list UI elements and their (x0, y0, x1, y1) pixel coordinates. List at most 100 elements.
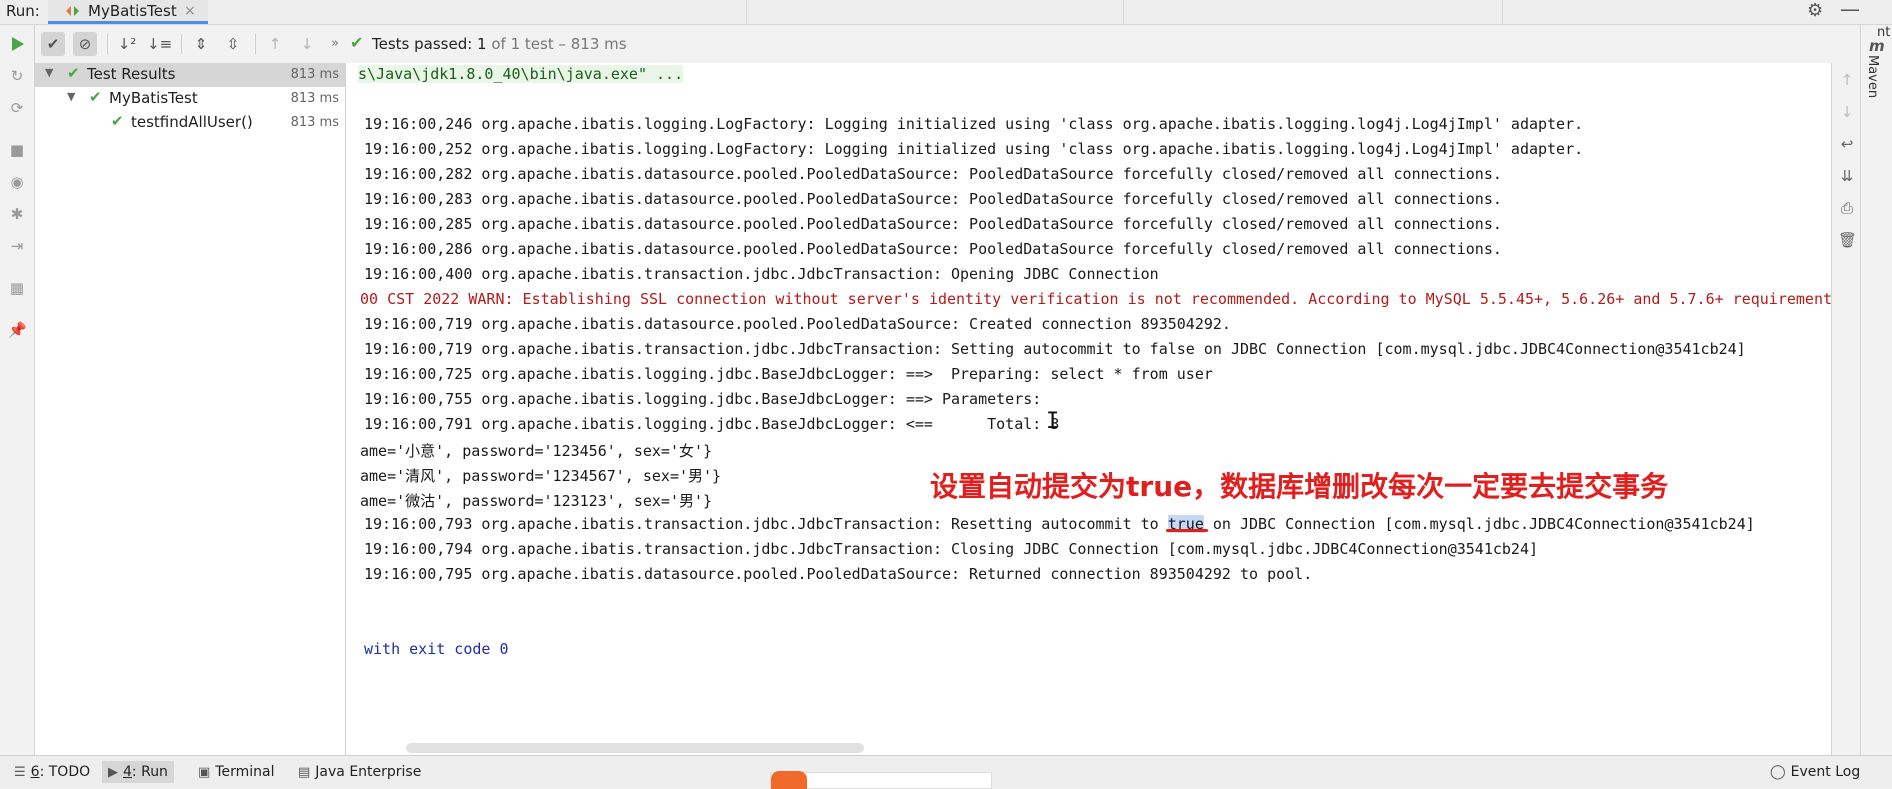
right-tool-window-strip: nt m Maven (1860, 25, 1892, 755)
console-line: 19:16:00,246 org.apache.ibatis.logging.L… (364, 115, 1584, 133)
tree-item-test-results[interactable]: ▼ ✔ Test Results 813 ms (35, 63, 345, 87)
show-passed-icon[interactable]: ✔ (41, 32, 65, 56)
chevron-down-icon[interactable]: ▼ (67, 90, 75, 103)
console-user-row: ame='清风', password='1234567', sex='男'} (360, 467, 722, 485)
console-line: 19:16:00,719 org.apache.ibatis.datasourc… (364, 315, 1231, 333)
show-ignored-icon[interactable]: ⊘ (73, 32, 97, 56)
tree-item-label: MyBatisTest (109, 89, 198, 107)
maven-tab-label[interactable]: Maven (1865, 55, 1880, 98)
expand-all-icon[interactable]: ⇕ (189, 32, 213, 56)
passed-check-icon: ✔ (67, 64, 80, 82)
tab-active-indicator (48, 21, 208, 24)
chevron-down-icon[interactable]: ▼ (45, 66, 53, 79)
tree-item-testfindalluser[interactable]: ✔ testfindAllUser() 813 ms (35, 111, 345, 135)
up-arrow-icon[interactable]: ↑ (1838, 71, 1856, 89)
trash-icon[interactable]: 🗑 (1838, 231, 1857, 249)
run-tab-title: MyBatisTest (88, 2, 177, 20)
stop-icon[interactable]: ■ (8, 141, 26, 159)
passed-check-icon: ✔ (89, 88, 102, 106)
terminal-icon: ▣ (198, 765, 211, 780)
test-toolbar: ✔ ⊘ ↓² ↓≡ ⇕ ⇳ ↑ ↓ » ✔ Tests passed: 1 of… (35, 25, 1835, 63)
text-cursor-icon: I (1046, 409, 1060, 434)
scroll-to-end-icon[interactable]: ⇊ (1838, 167, 1856, 185)
minimize-icon[interactable]: — (1840, 0, 1860, 21)
annotation-text: 设置自动提交为true，数据库增删改每次一定要去提交事务 (930, 470, 1669, 503)
list-icon: ☰ (14, 765, 26, 780)
test-status-text: Tests passed: 1 of 1 test – 813 ms (372, 35, 627, 53)
rerun-icon[interactable] (8, 35, 26, 53)
debug-icon[interactable]: ✱ (8, 205, 26, 223)
passed-check-icon: ✔ (350, 33, 364, 52)
console-user-row: ame='小意', password='123456', sex='女'} (360, 442, 713, 460)
run-panel-label: Run: (6, 2, 40, 20)
console-line-reset-autocommit: 19:16:00,793 org.apache.ibatis.transacti… (364, 515, 1755, 533)
console-exit-line: with exit code 0 (364, 640, 509, 658)
tab-todo[interactable]: ☰ 6: TODO (8, 761, 96, 783)
console-line: 19:16:00,719 org.apache.ibatis.transacti… (364, 340, 1746, 358)
play-icon: ▶ (108, 765, 118, 780)
run-tab-strip: Run: MyBatisTest × ⚙ — (0, 0, 1892, 25)
divider (255, 34, 256, 54)
tree-item-time: 813 ms (290, 115, 339, 130)
run-left-toolbar: ↻ ⟳ ■ ◉ ✱ ⇥ ▦ 📌 (0, 25, 35, 755)
more-icon[interactable]: » (323, 32, 347, 56)
rerun-failed-icon[interactable]: ↻ (8, 67, 26, 85)
divider (1123, 0, 1124, 24)
divider (107, 34, 108, 54)
collapse-all-icon[interactable]: ⇳ (221, 32, 245, 56)
console-line: 19:16:00,794 org.apache.ibatis.transacti… (364, 540, 1538, 558)
camera-icon[interactable]: ◉ (8, 173, 26, 191)
next-icon[interactable]: ↓ (295, 32, 319, 56)
console-line: 19:16:00,755 org.apache.ibatis.logging.j… (364, 390, 1051, 408)
console-line: 19:16:00,286 org.apache.ibatis.datasourc… (364, 240, 1502, 258)
tab-terminal[interactable]: ▣ Terminal (192, 761, 280, 783)
horizontal-scrollbar[interactable] (406, 743, 864, 753)
divider (1502, 0, 1503, 24)
console-line: 19:16:00,285 org.apache.ibatis.datasourc… (364, 215, 1502, 233)
console-output[interactable]: s\Java\jdk1.8.0_40\bin\java.exe" ... 19:… (346, 63, 1831, 755)
sort-alphabetically-icon[interactable]: ↓² (115, 32, 139, 56)
tree-item-mybatistest[interactable]: ▼ ✔ MyBatisTest 813 ms (35, 87, 345, 111)
down-arrow-icon[interactable]: ↓ (1838, 103, 1856, 121)
console-line: 19:16:00,283 org.apache.ibatis.datasourc… (364, 190, 1502, 208)
console-warning-line: 00 CST 2022 WARN: Establishing SSL conne… (360, 290, 1831, 308)
toggle-auto-test-icon[interactable]: ⟳ (8, 99, 26, 117)
test-config-icon (66, 6, 79, 16)
passed-check-icon: ✔ (111, 112, 124, 130)
test-results-tree: ▼ ✔ Test Results 813 ms ▼ ✔ MyBatisTest … (35, 63, 346, 755)
divider (181, 34, 182, 54)
pin-icon[interactable]: 📌 (8, 321, 27, 339)
console-right-toolbar: ↑ ↓ ↩ ⇊ ⎙ 🗑 (1831, 63, 1860, 755)
run-tab-mybatistest[interactable]: MyBatisTest × (48, 0, 208, 24)
gear-icon[interactable]: ⚙ (1807, 0, 1823, 21)
tab-run[interactable]: ▶ 4: Run (102, 761, 174, 783)
exit-icon[interactable]: ⇥ (8, 237, 26, 255)
console-user-row: ame='微沽', password='123123', sex='男'} (360, 492, 713, 510)
console-line: 19:16:00,400 org.apache.ibatis.transacti… (364, 265, 1159, 283)
console-line: 19:16:00,282 org.apache.ibatis.datasourc… (364, 165, 1502, 183)
console-line: 19:16:00,795 org.apache.ibatis.datasourc… (364, 565, 1313, 583)
tree-item-label: testfindAllUser() (131, 113, 253, 131)
console-line: 19:16:00,791 org.apache.ibatis.logging.j… (364, 415, 1060, 433)
tree-item-time: 813 ms (290, 67, 339, 82)
tab-java-enterprise[interactable]: ▤ Java Enterprise (292, 761, 427, 783)
console-command-line: s\Java\jdk1.8.0_40\bin\java.exe" ... (358, 65, 684, 83)
event-log-icon: ◯ (1770, 764, 1786, 780)
app-logo-icon (771, 771, 807, 789)
console-line: 19:16:00,252 org.apache.ibatis.logging.L… (364, 140, 1584, 158)
soft-wrap-icon[interactable]: ↩ (1838, 135, 1856, 153)
layout-icon[interactable]: ▦ (8, 279, 26, 297)
divider (746, 0, 747, 24)
java-enterprise-icon: ▤ (298, 765, 311, 780)
previous-icon[interactable]: ↑ (263, 32, 287, 56)
tree-item-label: Test Results (87, 65, 176, 83)
overlay-popup (770, 771, 992, 789)
maven-icon[interactable]: m (1869, 37, 1885, 55)
sort-by-duration-icon[interactable]: ↓≡ (147, 32, 172, 56)
close-icon[interactable]: × (184, 3, 196, 19)
print-icon[interactable]: ⎙ (1838, 199, 1856, 217)
red-underline-mark (1166, 529, 1208, 532)
tree-item-time: 813 ms (290, 91, 339, 106)
event-log-button[interactable]: ◯ Event Log (1770, 761, 1860, 783)
console-line: 19:16:00,725 org.apache.ibatis.logging.j… (364, 365, 1213, 383)
